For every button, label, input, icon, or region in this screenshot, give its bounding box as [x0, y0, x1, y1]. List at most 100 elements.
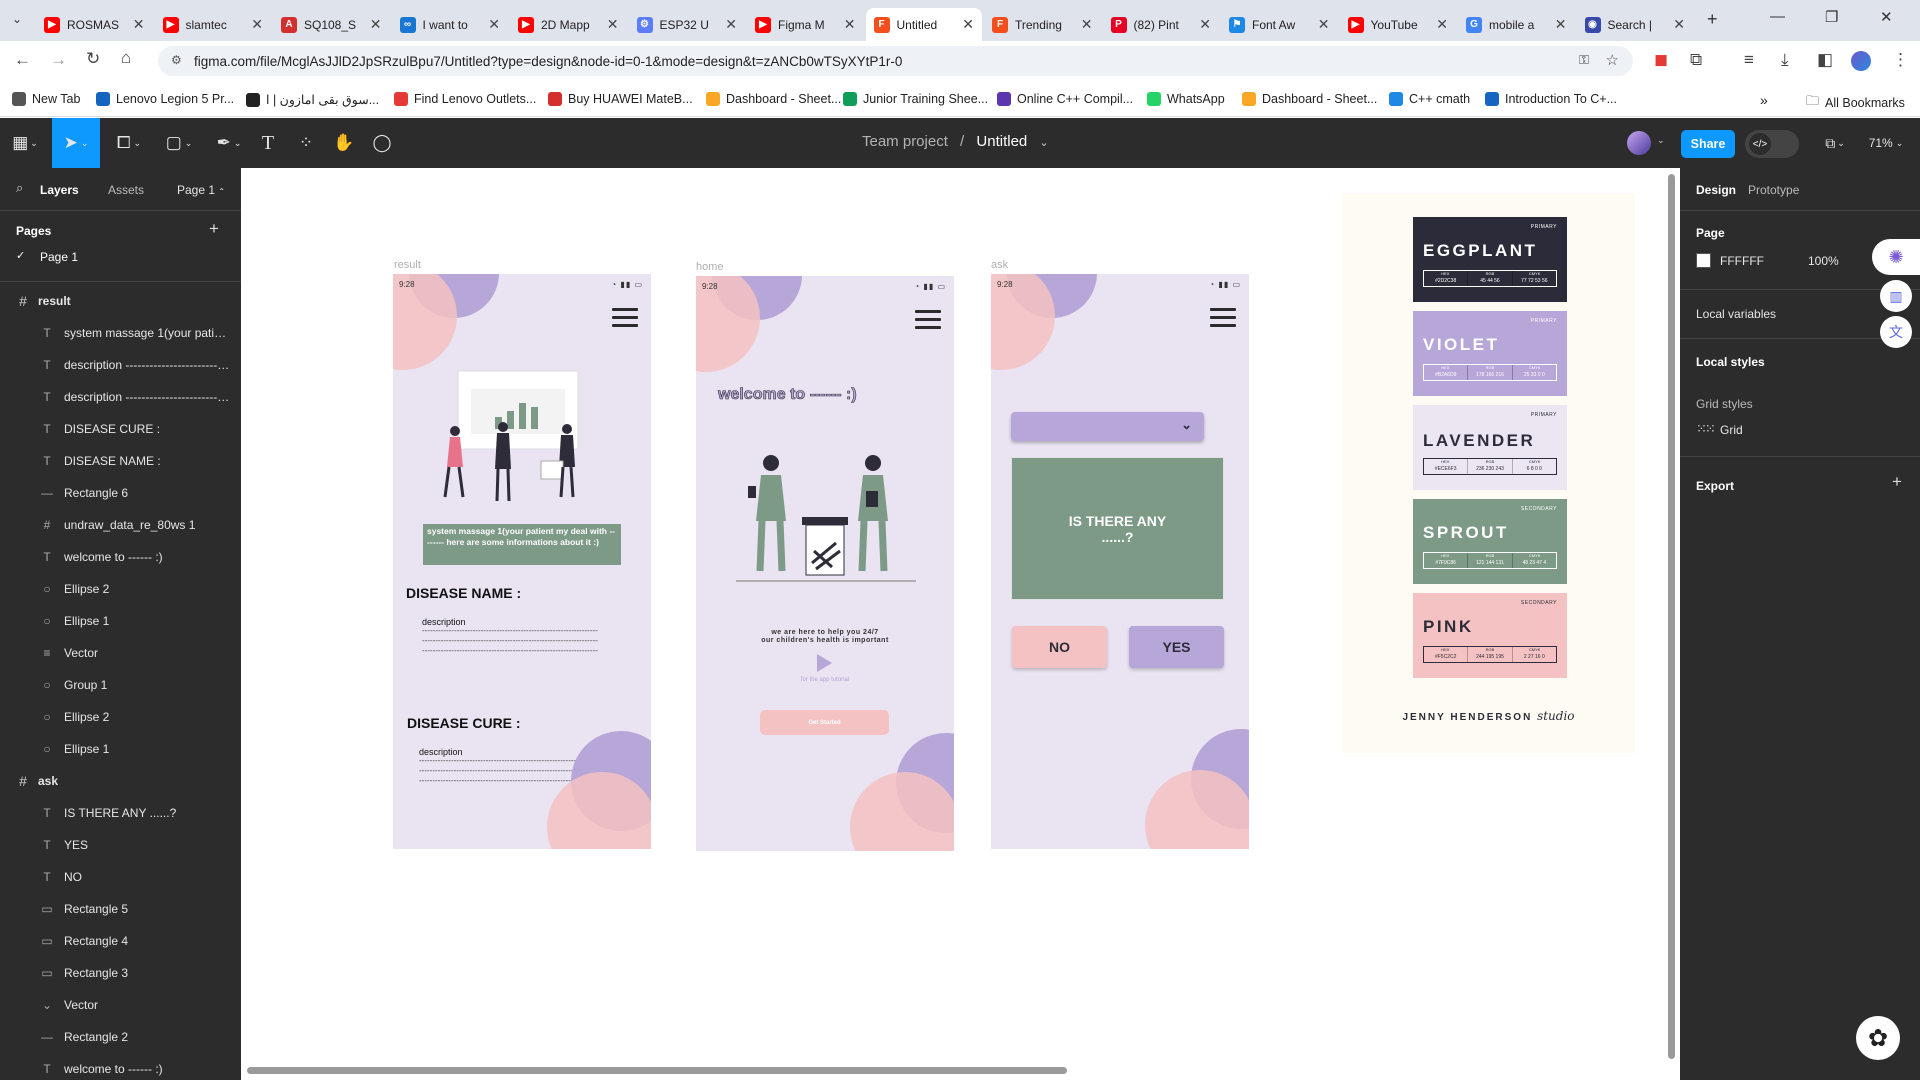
bookmark-item[interactable]: Dashboard - Sheet... [1242, 92, 1377, 106]
horizontal-scrollbar[interactable] [247, 1067, 1067, 1074]
bookmark-item[interactable]: Buy HUAWEI MateB... [548, 92, 693, 106]
browser-tab[interactable]: ∞ I want to ✕ [392, 8, 509, 41]
frame-label-home[interactable]: home [696, 261, 724, 273]
layer-item[interactable]: Twelcome to ------ :) [0, 541, 241, 573]
browser-tab[interactable]: F Trending ✕ [984, 8, 1101, 41]
close-window-icon[interactable]: ✕ [1880, 8, 1893, 26]
tab-close-icon[interactable]: ✕ [1081, 16, 1093, 33]
download-icon[interactable]: ⤓ [1781, 50, 1789, 70]
color-swatch-card[interactable]: SECONDARY PINK #F5C2C2 244 195 195 2 27 16 0… [1413, 593, 1567, 678]
tab-close-icon[interactable]: ✕ [251, 16, 263, 33]
layer-item[interactable]: Tdescription ---------------------------… [0, 381, 241, 413]
zoom-level[interactable]: 71% ⌄ [1860, 118, 1912, 168]
side-panel-icon[interactable]: ◧ [1817, 50, 1833, 70]
tab-close-icon[interactable]: ✕ [725, 16, 737, 33]
layer-frame[interactable]: # ask [0, 765, 241, 797]
bookmark-item[interactable]: Junior Training Shee... [843, 92, 988, 106]
grid-style-item[interactable]: ⁙⁙ Grid [1696, 421, 1876, 441]
browser-tab[interactable]: ▶ ROSMAS ✕ [36, 8, 153, 41]
design-canvas[interactable]: result 9:28 ◔ ▮▮ ▭ system massage 1(your… [241, 168, 1680, 1080]
text-tool-icon[interactable]: T [252, 118, 284, 168]
resources-tool-icon[interactable]: ⁘ [290, 118, 322, 168]
site-info-icon[interactable]: ⚙ [171, 53, 182, 67]
add-page-icon[interactable]: + [209, 219, 219, 239]
extensions-puzzle-icon[interactable]: ⧉ [1690, 50, 1702, 70]
user-avatar[interactable] [1627, 131, 1651, 155]
team-project-link[interactable]: Team project [862, 133, 948, 150]
home-frame[interactable]: 9:28 ◔ ▮▮ ▭ welcome to ------ :) we are … [696, 276, 954, 851]
page-selector[interactable]: Page 1 ⌃ [177, 183, 225, 197]
bookmark-item[interactable]: WhatsApp [1147, 92, 1225, 106]
layer-item[interactable]: ▭ Rectangle 4 [0, 925, 241, 957]
browser-tab[interactable]: ◉ Search | ✕ [1577, 8, 1694, 41]
tab-close-icon[interactable]: ✕ [488, 16, 500, 33]
share-button[interactable]: Share [1681, 130, 1735, 158]
search-layers-icon[interactable]: ⌕ [16, 180, 23, 196]
layer-item[interactable]: ▭ Rectangle 5 [0, 893, 241, 925]
forward-icon[interactable]: → [50, 50, 67, 70]
layer-item[interactable]: T DISEASE CURE : [0, 413, 241, 445]
tab-layers[interactable]: Layers [40, 183, 79, 197]
layer-item[interactable]: ○ Ellipse 2 [0, 573, 241, 605]
browser-tab[interactable]: P (82) Pint ✕ [1103, 8, 1220, 41]
bookmark-item[interactable]: سوق بقى امازون | ا... [246, 92, 379, 107]
reload-icon[interactable]: ↻ [86, 49, 100, 69]
local-variables[interactable]: Local variables [1696, 307, 1776, 321]
dev-mode-toggle[interactable]: </> [1745, 130, 1799, 158]
page-color-hex[interactable]: FFFFFF [1720, 254, 1764, 268]
tab-close-icon[interactable]: ✕ [1318, 16, 1330, 33]
bookmark-item[interactable]: C++ cmath [1389, 92, 1470, 106]
frame-label-ask[interactable]: ask [991, 259, 1008, 271]
home-icon[interactable]: ⌂ [121, 48, 131, 68]
layer-item[interactable]: ≡ Vector [0, 637, 241, 669]
layer-item[interactable]: Tsystem massage 1(your patient my deal w… [0, 317, 241, 349]
browser-tab[interactable]: A SQ108_S ✕ [273, 8, 390, 41]
browser-tab[interactable]: ▶ Figma M ✕ [747, 8, 864, 41]
tab-close-icon[interactable]: ✕ [607, 16, 619, 33]
new-tab-icon[interactable]: + [1707, 9, 1718, 30]
vertical-scrollbar[interactable] [1668, 174, 1675, 1059]
browser-tab[interactable]: Gmobile a ✕ [1458, 8, 1575, 41]
color-swatch-card[interactable]: PRIMARY LAVENDER #ECE6F3 236 230 243 6 8 0 0… [1413, 405, 1567, 490]
layer-item[interactable]: Twelcome to ------ :) [0, 1053, 241, 1080]
result-frame[interactable]: 9:28 ◔ ▮▮ ▭ system massage 1(your patien… [393, 274, 651, 849]
chatgpt-icon[interactable]: ✿ [1856, 1016, 1900, 1060]
layer-item[interactable]: ○ Ellipse 2 [0, 701, 241, 733]
add-export-icon[interactable]: + [1892, 472, 1902, 492]
browser-tab[interactable]: ▶ YouTube ✕ [1340, 8, 1457, 41]
color-swatch-card[interactable]: PRIMARY EGGPLANT #2D2C38 45 44 56 77 72 53 5… [1413, 217, 1567, 302]
frame-tool-icon[interactable]: ⧠ ⌄ [106, 118, 152, 168]
layer-frame[interactable]: # result [0, 285, 241, 317]
layer-item[interactable]: # undraw_data_re_80ws 1 [0, 509, 241, 541]
layer-item[interactable]: ○ Ellipse 1 [0, 605, 241, 637]
reader-extension-icon[interactable]: ▥ [1880, 280, 1912, 312]
tab-prototype[interactable]: Prototype [1748, 183, 1799, 197]
tab-close-icon[interactable]: ✕ [1199, 16, 1211, 33]
page-list-item[interactable]: ✓ Page 1 [0, 241, 241, 271]
layer-item[interactable]: ⌄ Vector [0, 989, 241, 1021]
translate-extension-icon[interactable]: 文 [1880, 316, 1912, 348]
page-opacity[interactable]: 100% [1808, 254, 1839, 268]
tab-design[interactable]: Design [1696, 183, 1736, 197]
layer-item[interactable]: T DISEASE NAME : [0, 445, 241, 477]
avatar-chevron-icon[interactable]: ⌄ [1657, 135, 1665, 146]
page-color-row[interactable]: FFFFFF 100% [1696, 250, 1896, 272]
color-swatch-card[interactable]: PRIMARY VIOLET #B2A6D9 178 166 216 25 33 0 0… [1413, 311, 1567, 396]
layer-item[interactable]: T IS THERE ANY ......? [0, 797, 241, 829]
bookmark-item[interactable]: Introduction To C+... [1485, 92, 1617, 106]
tab-close-icon[interactable]: ✕ [844, 16, 856, 33]
back-icon[interactable]: ← [14, 50, 31, 70]
extension-red-icon[interactable]: ◼ [1654, 50, 1668, 70]
minimize-icon[interactable]: — [1770, 8, 1785, 25]
move-tool-icon[interactable]: ➤ ⌄ [52, 118, 100, 168]
bookmark-star-icon[interactable]: ☆ [1606, 51, 1619, 69]
color-swatch-card[interactable]: SECONDARY SPROUT #7F9C86 121 144 131 48 23 4… [1413, 499, 1567, 584]
color-palette-board[interactable]: PRIMARY EGGPLANT #2D2C38 45 44 56 77 72 53 5… [1342, 193, 1635, 753]
bookmark-item[interactable]: Lenovo Legion 5 Pr... [96, 92, 234, 106]
layer-item[interactable]: ▭ Rectangle 3 [0, 957, 241, 989]
present-icon[interactable]: ⧉ ⌄ [1818, 118, 1852, 168]
pen-tool-icon[interactable]: ✒ ⌄ [206, 118, 252, 168]
password-key-icon[interactable]: ⚿ [1579, 52, 1589, 68]
url-input[interactable]: ⚙ figma.com/file/McglAsJJlD2JpSRzulBpu7/… [158, 46, 1633, 76]
layer-item[interactable]: ○ Ellipse 1 [0, 733, 241, 765]
